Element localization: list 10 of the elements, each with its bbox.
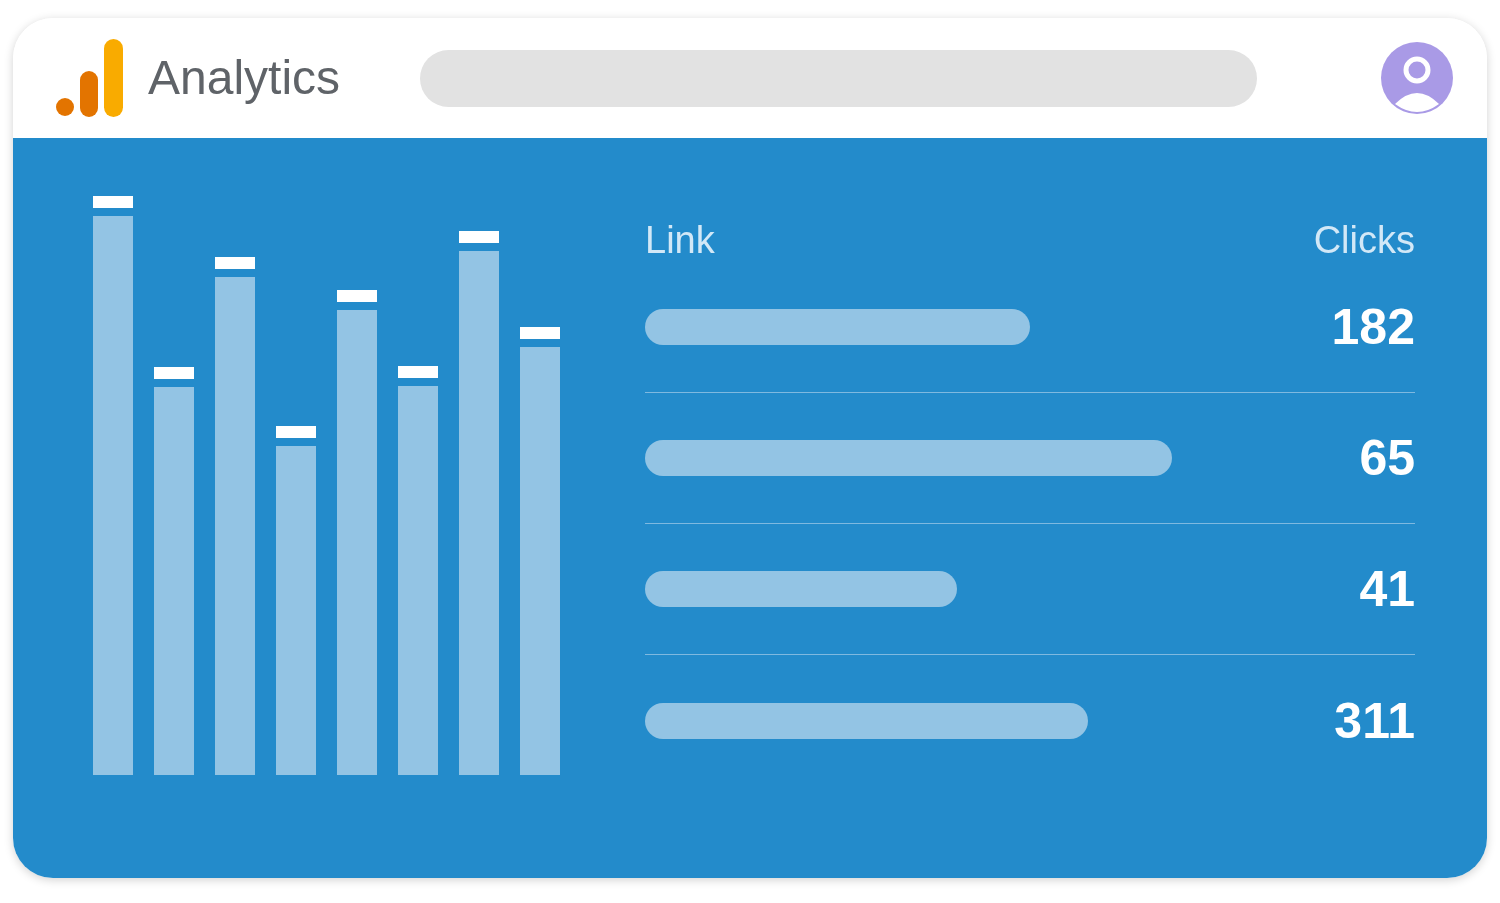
bar-chart-logo-icon [55, 39, 123, 117]
click-count: 311 [1334, 695, 1415, 746]
app-title: Analytics [148, 54, 341, 102]
column-header: Link [645, 221, 715, 259]
column-header: Clicks [1313, 221, 1415, 259]
search-bar[interactable] [420, 49, 1258, 107]
click-count: 41 [1359, 564, 1415, 614]
click-count: 65 [1359, 433, 1415, 483]
user-avatar-icon[interactable] [1381, 42, 1453, 114]
click-count: 182 [1331, 302, 1415, 352]
